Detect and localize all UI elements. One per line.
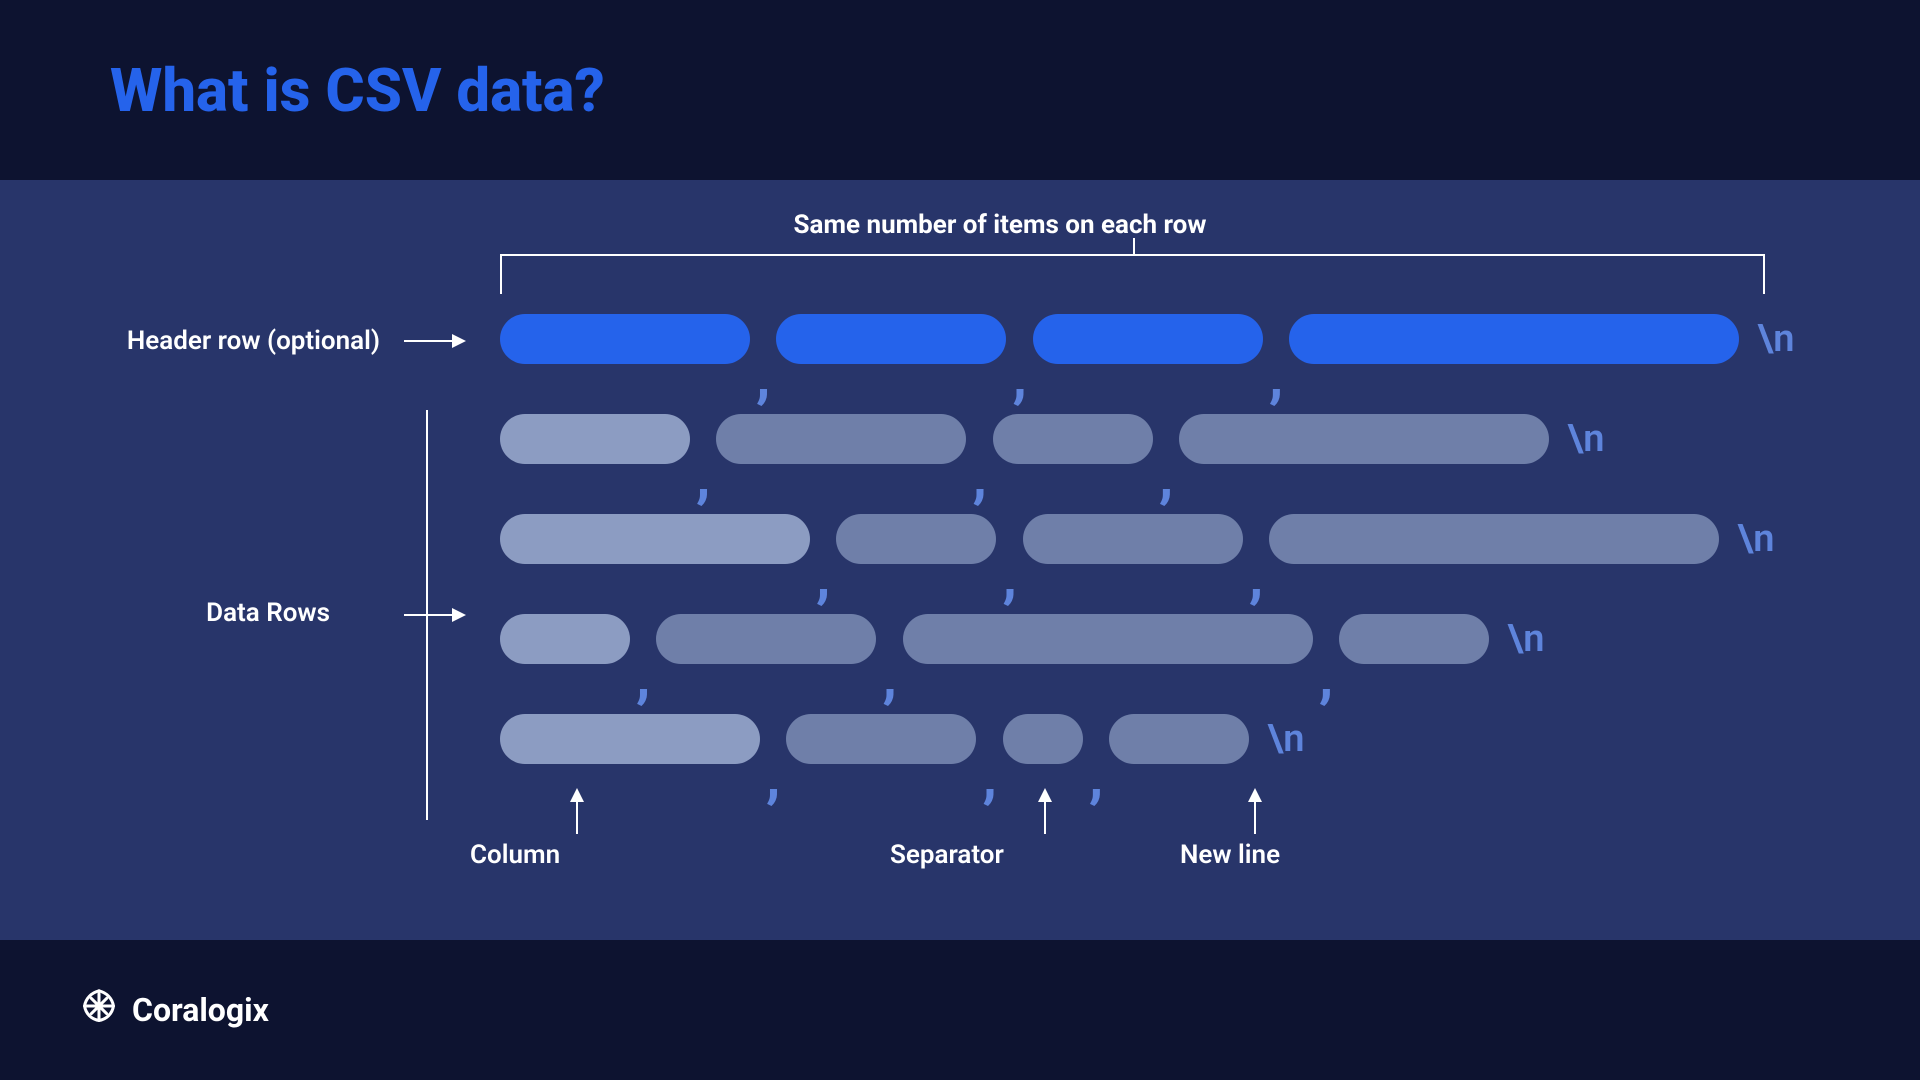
data-cell [656, 614, 876, 664]
header-cell [500, 314, 750, 364]
label-column: Column [470, 840, 560, 870]
comma-separator: , [996, 568, 1022, 588]
comma-separator: , [750, 368, 776, 388]
data-cell [1109, 714, 1249, 764]
data-row: ,,,\n [500, 514, 1774, 564]
comma-separator: , [1313, 668, 1339, 688]
brand-name: Coralogix [132, 991, 269, 1029]
comma-separator: , [1153, 468, 1179, 488]
comma-separator: , [1263, 368, 1289, 388]
newline-token: \n [1737, 517, 1774, 561]
title-band: What is CSV data? [0, 0, 1920, 180]
comma-separator: , [876, 668, 902, 688]
diagram-band: Same number of items on each row Header … [0, 180, 1920, 940]
comma-separator: , [810, 568, 836, 588]
brand-icon [80, 987, 118, 1033]
comma-separator: , [1083, 768, 1109, 788]
label-data-rows: Data Rows [100, 598, 330, 628]
arrow-header-row [404, 340, 464, 342]
data-cell [836, 514, 996, 564]
comma-separator: , [976, 768, 1002, 788]
data-cell [1179, 414, 1549, 464]
data-cell [500, 614, 630, 664]
csv-diagram: Same number of items on each row Header … [100, 210, 1820, 910]
brand: Coralogix [80, 987, 269, 1033]
label-header-row: Header row (optional) [100, 326, 380, 356]
header-row: ,,,\n [500, 314, 1794, 364]
newline-token: \n [1507, 617, 1544, 661]
newline-token: \n [1757, 317, 1794, 361]
data-cell [786, 714, 976, 764]
data-cell [500, 514, 810, 564]
newline-token: \n [1567, 417, 1604, 461]
page-title: What is CSV data? [110, 55, 605, 126]
data-cell [1269, 514, 1719, 564]
footer: Coralogix [0, 940, 1920, 1080]
header-cell [1033, 314, 1263, 364]
data-row: ,,,\n [500, 614, 1544, 664]
top-caption: Same number of items on each row [500, 210, 1500, 240]
data-cell [1023, 514, 1243, 564]
data-cell [500, 714, 760, 764]
label-separator: Separator [890, 840, 1004, 870]
data-cell [500, 414, 690, 464]
newline-token: \n [1267, 717, 1304, 761]
comma-separator: , [760, 768, 786, 788]
comma-separator: , [630, 668, 656, 688]
data-cell [1339, 614, 1489, 664]
arrow-separator [1044, 790, 1046, 834]
data-row: ,,,\n [500, 714, 1304, 764]
comma-separator: , [1243, 568, 1269, 588]
label-newline: New line [1180, 840, 1280, 870]
data-cell [903, 614, 1313, 664]
top-bracket [500, 254, 1765, 294]
comma-separator: , [966, 468, 992, 488]
data-row: ,,,\n [500, 414, 1604, 464]
data-cell [993, 414, 1153, 464]
comma-separator: , [1006, 368, 1032, 388]
header-cell [776, 314, 1006, 364]
arrow-data-rows [404, 614, 464, 616]
arrow-column [576, 790, 578, 834]
arrow-newline [1254, 790, 1256, 834]
data-cell [716, 414, 966, 464]
header-cell [1289, 314, 1739, 364]
comma-separator: , [690, 468, 716, 488]
data-cell [1003, 714, 1083, 764]
